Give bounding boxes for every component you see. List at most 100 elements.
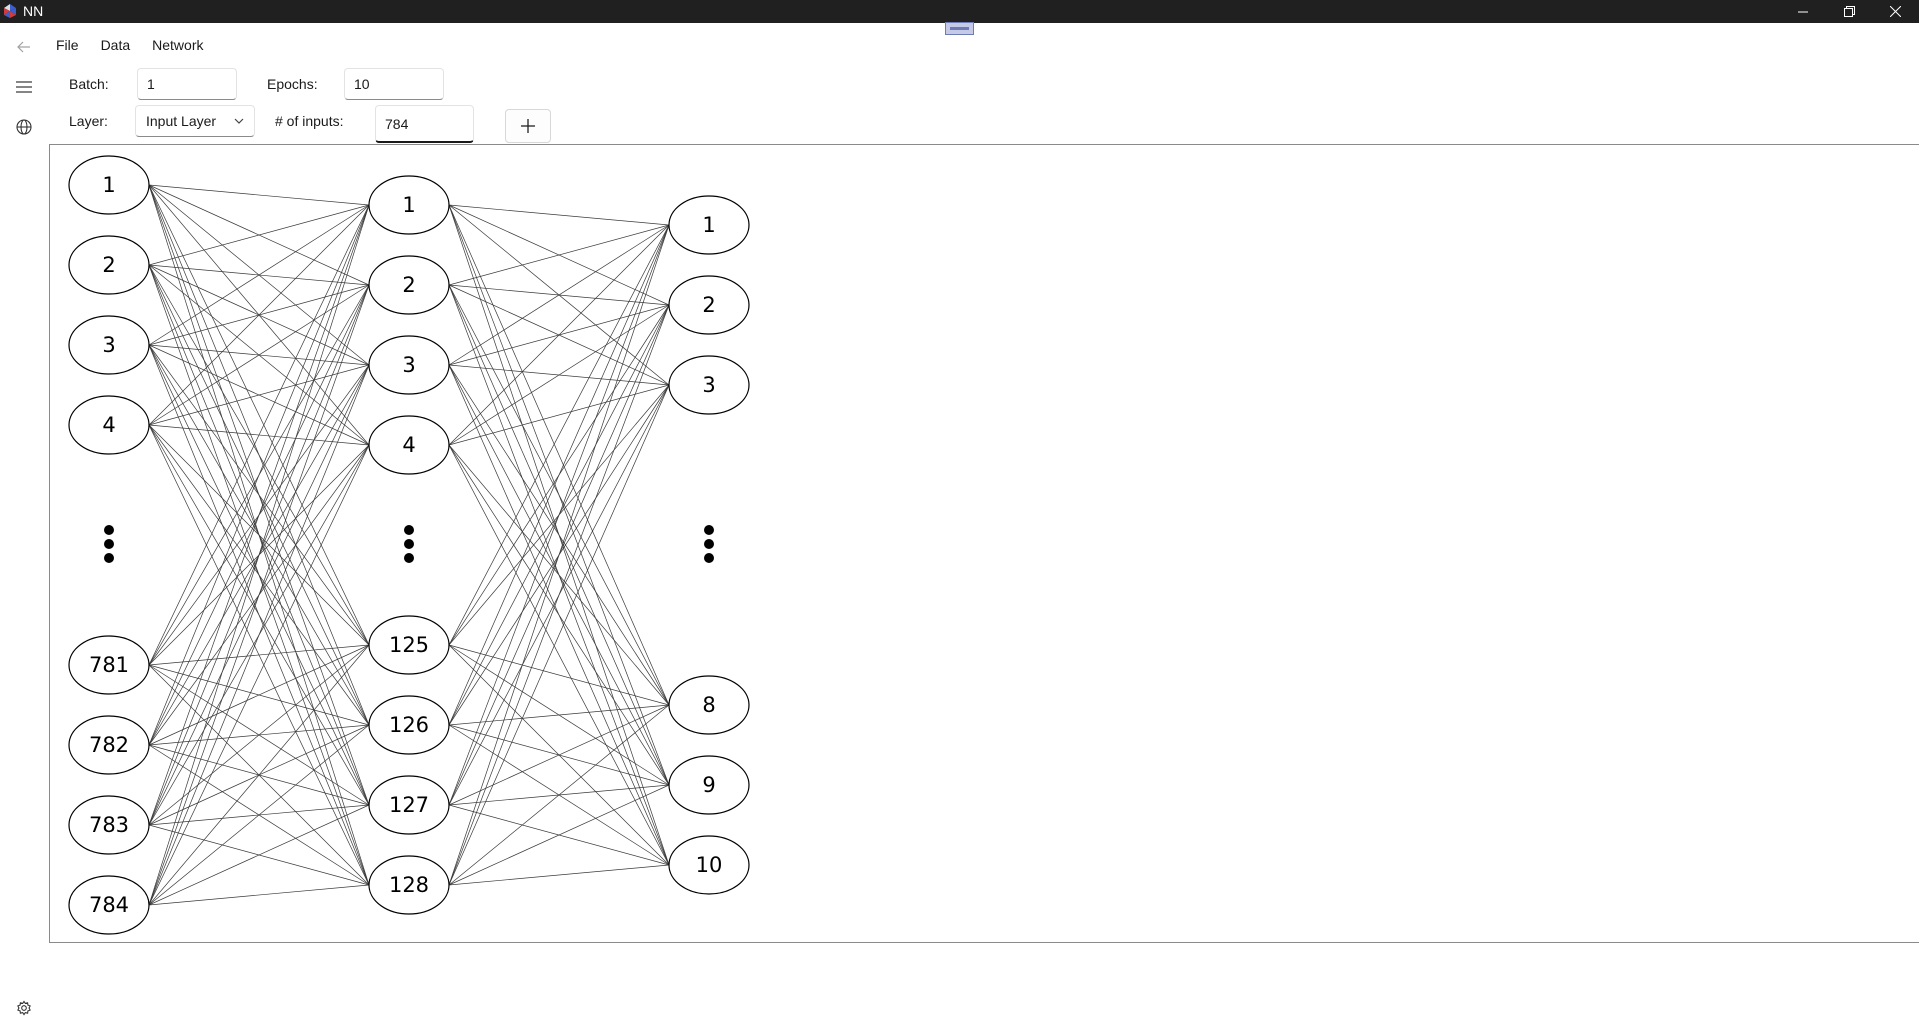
batch-label: Batch: <box>69 76 109 92</box>
connection-edge <box>148 284 370 426</box>
neuron-label: 781 <box>89 653 129 677</box>
add-layer-button[interactable] <box>505 109 551 143</box>
connection-edge <box>148 264 370 646</box>
connection-edge <box>448 224 670 806</box>
ellipsis-dot <box>404 539 414 549</box>
layer-2: 1 2 3 4 125 126 127 128 <box>368 175 450 915</box>
ellipsis-dot <box>704 525 714 535</box>
connection-edge <box>148 424 370 646</box>
layer-3: 1 2 3 8 9 10 <box>668 195 750 895</box>
layer-select[interactable]: Input Layer <box>135 105 255 137</box>
neuron-label: 3 <box>402 353 415 377</box>
close-button[interactable] <box>1872 0 1918 23</box>
inputs-count-input[interactable] <box>375 105 474 143</box>
navigation-rail <box>0 23 48 1028</box>
menu-file[interactable]: File <box>50 33 85 57</box>
neuron-label: 8 <box>702 693 715 717</box>
connection-edge <box>148 204 370 346</box>
connection-edge <box>448 304 670 886</box>
menu-bar: File Data Network <box>50 32 220 58</box>
globe-icon <box>16 119 32 135</box>
epochs-input[interactable] <box>344 68 444 100</box>
minimize-icon <box>1798 11 1808 12</box>
connection-edge <box>448 224 670 446</box>
connection-edge <box>148 884 370 906</box>
neuron-label: 783 <box>89 813 129 837</box>
connection-edge <box>148 644 370 906</box>
ellipsis-dot <box>404 553 414 563</box>
arrow-left-icon <box>17 41 30 53</box>
connection-edge <box>448 224 670 286</box>
connection-edge <box>448 224 670 886</box>
neuron-label: 2 <box>402 273 415 297</box>
connection-edge <box>148 424 370 726</box>
neuron-label: 2 <box>702 293 715 317</box>
connection-edge <box>148 804 370 906</box>
neuron-label: 4 <box>102 413 115 437</box>
connection-edge <box>148 204 370 266</box>
app-logo-icon <box>4 4 16 18</box>
neuron-label: 10 <box>696 853 723 877</box>
connection-edge <box>448 284 670 706</box>
plus-icon <box>521 119 535 133</box>
menu-network[interactable]: Network <box>146 33 209 57</box>
hamburger-icon <box>16 81 32 93</box>
neuron-label: 2 <box>102 253 115 277</box>
nav-menu-button[interactable] <box>8 71 40 103</box>
connection-edge <box>148 204 370 426</box>
connection-edge <box>148 284 370 906</box>
connection-edge <box>148 184 370 206</box>
ellipsis-dot <box>104 553 114 563</box>
close-icon <box>1889 6 1901 17</box>
minimize-button[interactable] <box>1780 0 1826 23</box>
neuron-label: 1 <box>402 193 415 217</box>
drag-handle[interactable] <box>945 22 974 35</box>
neuron-label: 3 <box>102 333 115 357</box>
menu-data[interactable]: Data <box>95 33 137 57</box>
network-diagram: 1 2 3 4 781 782 783 784 1 2 3 4 125 126 127 128 1 2 3 8 9 10 <box>68 155 750 935</box>
connection-edge <box>148 204 370 826</box>
title-bar: NN <box>0 0 1919 23</box>
layer-label: Layer: <box>69 113 108 129</box>
inputs-count-label: # of inputs: <box>275 113 344 129</box>
neuron-label: 126 <box>389 713 429 737</box>
window-title: NN <box>23 3 44 19</box>
connection-edge <box>148 364 370 426</box>
connection-edge <box>448 204 670 706</box>
ellipsis-dot <box>104 539 114 549</box>
chevron-down-icon <box>234 118 244 124</box>
neuron-label: 784 <box>89 893 129 917</box>
connection-edge <box>148 644 370 666</box>
settings-button[interactable] <box>8 992 40 1024</box>
ellipsis-dot <box>404 525 414 535</box>
batch-input[interactable] <box>137 68 237 100</box>
connection-edge <box>148 644 370 826</box>
connection-edge <box>148 204 370 906</box>
neuron-label: 1 <box>702 213 715 237</box>
gear-icon <box>17 1000 31 1016</box>
nav-item-network[interactable] <box>8 111 40 143</box>
connection-edge <box>448 224 670 366</box>
restore-icon <box>1843 6 1855 17</box>
connection-edge <box>148 204 370 746</box>
neuron-label: 4 <box>402 433 415 457</box>
back-button[interactable] <box>8 31 40 63</box>
ellipsis-dot <box>704 539 714 549</box>
layer-1: 1 2 3 4 781 782 783 784 <box>68 155 150 935</box>
connection-edge <box>448 864 670 886</box>
ellipsis-dot <box>104 525 114 535</box>
network-canvas[interactable]: 1 2 3 4 781 782 783 784 1 2 3 4 125 126 127 128 1 2 3 8 9 10 <box>49 144 1919 943</box>
restore-button[interactable] <box>1826 0 1872 23</box>
connection-edge <box>148 424 370 806</box>
neuron-label: 127 <box>389 793 429 817</box>
connection-edge <box>148 644 370 746</box>
epochs-label: Epochs: <box>267 76 318 92</box>
connection-edge <box>448 704 670 886</box>
ellipsis-dot <box>704 553 714 563</box>
connection-edge <box>448 204 670 226</box>
neuron-label: 125 <box>389 633 429 657</box>
connection-edge <box>148 344 370 646</box>
connection-edge <box>148 724 370 906</box>
connection-edge <box>448 784 670 886</box>
neuron-label: 782 <box>89 733 129 757</box>
